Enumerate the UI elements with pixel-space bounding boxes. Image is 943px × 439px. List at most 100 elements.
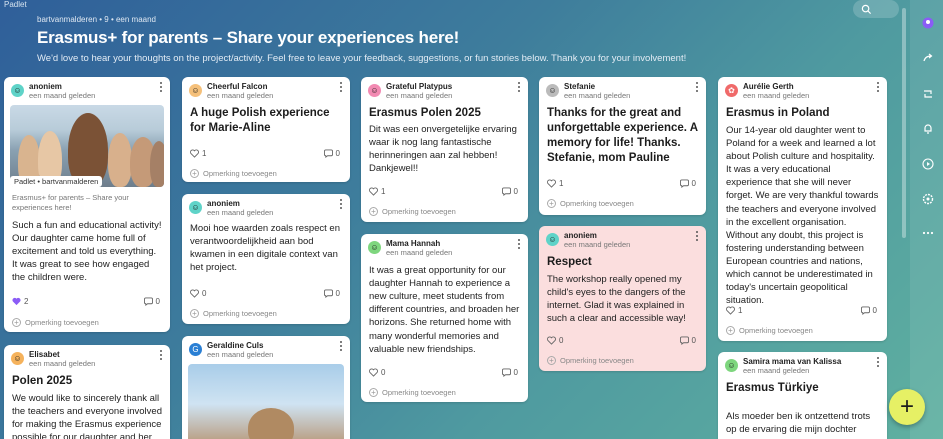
avatar: ☺: [725, 359, 738, 372]
more-options-icon[interactable]: [159, 82, 163, 94]
more-options-icon[interactable]: [876, 357, 880, 369]
post-author: anoniem: [29, 82, 62, 91]
post-card[interactable]: G Geraldine Culs een maand geleden: [182, 336, 350, 439]
post-card[interactable]: ☺ Cheerful Falcon een maand geleden A hu…: [182, 77, 350, 182]
post-card[interactable]: ☺ anoniem een maand geleden Padlet • bar…: [4, 77, 170, 332]
comment-button[interactable]: 0: [323, 149, 340, 158]
heart-icon: [369, 187, 378, 196]
like-button[interactable]: 2: [12, 297, 28, 306]
add-comment-label: Opmerking toevoegen: [25, 317, 99, 327]
post-author: Stefanie: [564, 82, 596, 91]
post-card[interactable]: ☺ Samira mama van Kalissa een maand gele…: [718, 352, 887, 439]
add-comment-button[interactable]: + Opmerking toevoegen: [539, 194, 706, 212]
avatar: ☺: [546, 84, 559, 97]
more-options-icon[interactable]: [339, 199, 343, 211]
more-options-icon[interactable]: [876, 82, 880, 94]
add-comment-button[interactable]: + Opmerking toevoegen: [182, 304, 350, 322]
profile-avatar-icon[interactable]: [921, 16, 935, 30]
like-count: 1: [559, 179, 564, 188]
post-card[interactable]: ☺ anoniem een maand geleden Mooi hoe waa…: [182, 194, 350, 324]
like-button[interactable]: 1: [547, 179, 563, 188]
post-body: Mooi hoe waarden zoals respect en verant…: [190, 223, 340, 274]
more-options-icon[interactable]: [517, 82, 521, 94]
comment-button[interactable]: 0: [501, 368, 518, 377]
notifications-icon[interactable]: [921, 122, 935, 136]
post-author: Aurélie Gerth: [743, 82, 794, 91]
avatar: G: [189, 343, 202, 356]
avatar: ✿: [725, 84, 738, 97]
post-image[interactable]: [10, 105, 164, 187]
like-count: 0: [559, 336, 564, 345]
search-button[interactable]: [853, 0, 899, 18]
more-options-icon[interactable]: [695, 82, 699, 94]
comment-icon: [143, 297, 153, 306]
post-time: een maand geleden: [207, 208, 274, 217]
post-author: Mama Hannah: [386, 239, 441, 248]
post-time: een maand geleden: [29, 359, 96, 368]
post-image[interactable]: [188, 364, 344, 439]
more-options-icon[interactable]: [339, 82, 343, 94]
remake-icon[interactable]: [921, 87, 935, 101]
comment-count: 0: [335, 289, 340, 298]
post-author: Grateful Platypus: [386, 82, 453, 91]
scrollbar[interactable]: [902, 8, 906, 238]
add-comment-button[interactable]: + Opmerking toevoegen: [361, 202, 528, 220]
post-time: een maand geleden: [207, 350, 274, 359]
post-card[interactable]: ☺ Elisabet een maand geleden Polen 2025 …: [4, 345, 170, 439]
comment-count: 0: [155, 297, 160, 306]
comment-button[interactable]: 0: [679, 336, 696, 345]
post-title: Respect: [547, 256, 592, 268]
add-post-button[interactable]: +: [889, 389, 925, 425]
more-options-icon[interactable]: [339, 341, 343, 353]
heart-icon: [547, 336, 556, 345]
post-body: Our 14-year old daughter went to Poland …: [726, 124, 879, 307]
post-reactions: 0 0: [539, 334, 706, 352]
post-time: een maand geleden: [743, 91, 810, 100]
more-icon[interactable]: [921, 226, 935, 240]
post-card[interactable]: ☺ anoniem een maand geleden Respect The …: [539, 226, 706, 371]
like-button[interactable]: 0: [190, 289, 206, 298]
plus-icon: +: [12, 317, 21, 327]
post-author: Geraldine Culs: [207, 341, 264, 350]
like-count: 2: [24, 297, 29, 306]
heart-icon: [190, 149, 199, 158]
add-comment-button[interactable]: + Opmerking toevoegen: [361, 383, 528, 401]
add-comment-label: Opmerking toevoegen: [560, 355, 634, 365]
like-button[interactable]: 1: [726, 306, 742, 315]
settings-icon[interactable]: [921, 192, 935, 206]
heart-icon: [726, 306, 735, 315]
comment-button[interactable]: 0: [860, 306, 877, 315]
like-button[interactable]: 1: [190, 149, 206, 158]
like-button[interactable]: 0: [547, 336, 563, 345]
add-comment-button[interactable]: + Opmerking toevoegen: [718, 321, 887, 339]
post-author: Cheerful Falcon: [207, 82, 268, 91]
more-options-icon[interactable]: [517, 239, 521, 251]
add-comment-button[interactable]: + Opmerking toevoegen: [182, 164, 350, 182]
post-time: een maand geleden: [564, 240, 631, 249]
post-card[interactable]: ☺ Stefanie een maand geleden Thanks for …: [539, 77, 706, 215]
like-button[interactable]: 1: [369, 187, 385, 196]
board-title: Erasmus+ for parents – Share your experi…: [37, 28, 460, 47]
like-button[interactable]: 0: [369, 368, 385, 377]
comment-count: 0: [691, 179, 696, 188]
slideshow-icon[interactable]: [921, 157, 935, 171]
comment-button[interactable]: 0: [323, 289, 340, 298]
comment-button[interactable]: 0: [501, 187, 518, 196]
comment-button[interactable]: 0: [679, 179, 696, 188]
comment-button[interactable]: 0: [143, 297, 160, 306]
post-card[interactable]: ☺ Mama Hannah een maand geleden It was a…: [361, 234, 528, 402]
more-options-icon[interactable]: [695, 231, 699, 243]
post-reactions: 0 0: [182, 287, 350, 305]
add-comment-button[interactable]: + Opmerking toevoegen: [4, 313, 170, 331]
post-card[interactable]: ✿ Aurélie Gerth een maand geleden Erasmu…: [718, 77, 887, 341]
share-icon[interactable]: [921, 51, 935, 65]
add-comment-label: Opmerking toevoegen: [382, 387, 456, 397]
add-comment-button[interactable]: + Opmerking toevoegen: [539, 351, 706, 369]
more-options-icon[interactable]: [159, 350, 163, 362]
right-toolbar: [910, 0, 943, 439]
avatar: ☺: [546, 233, 559, 246]
add-comment-label: Opmerking toevoegen: [382, 206, 456, 216]
comment-icon: [323, 289, 333, 298]
post-card[interactable]: ☺ Grateful Platypus een maand geleden Er…: [361, 77, 528, 222]
post-time: een maand geleden: [386, 248, 453, 257]
